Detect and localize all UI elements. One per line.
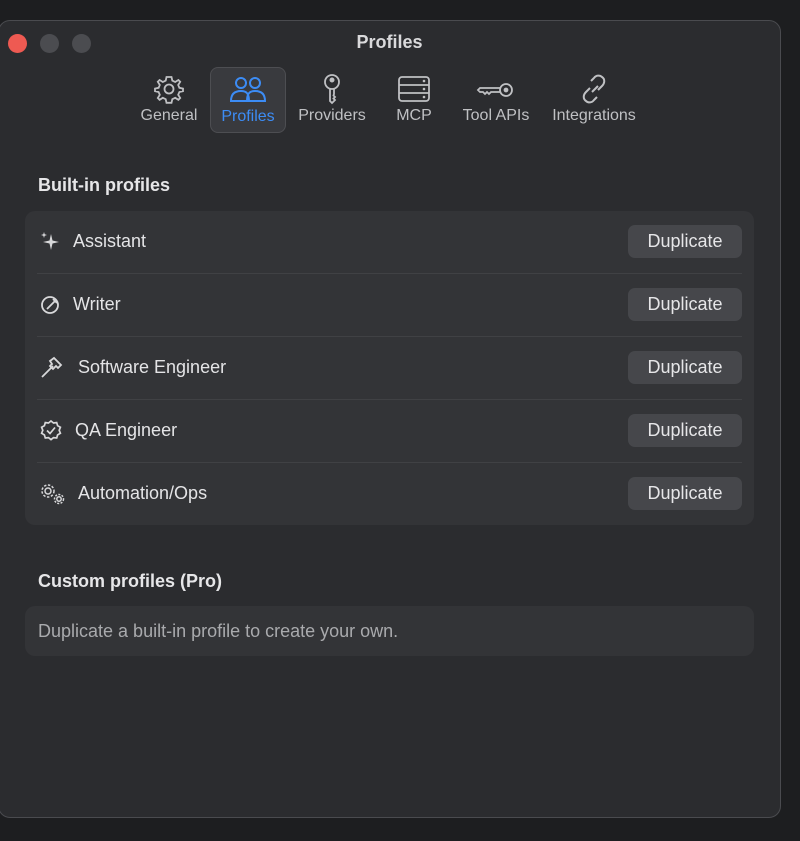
duplicate-writer-button[interactable]: Duplicate — [628, 288, 742, 321]
title-bar[interactable]: Profiles — [0, 21, 780, 61]
duplicate-assistant-button[interactable]: Duplicate — [628, 225, 742, 258]
tab-mcp-label: MCP — [396, 107, 432, 124]
server-icon — [398, 76, 430, 102]
preferences-window: Profiles General Profiles Providers MCP … — [0, 20, 781, 818]
tab-integrations-label: Integrations — [552, 107, 636, 124]
gear-icon — [154, 76, 184, 104]
link-icon — [582, 74, 606, 104]
window-title: Profiles — [356, 32, 423, 52]
hammer-icon — [41, 356, 63, 378]
tab-providers[interactable]: Providers — [294, 67, 370, 133]
compass-pen-icon — [41, 296, 59, 314]
duplicate-software-engineer-button[interactable]: Duplicate — [628, 351, 742, 384]
profile-name: Writer — [73, 294, 121, 314]
tab-integrations[interactable]: Integrations — [547, 67, 641, 133]
profile-name: Software Engineer — [78, 357, 227, 377]
api-key-icon — [476, 83, 513, 97]
desktop: Profiles General Profiles Providers MCP … — [0, 0, 800, 841]
builtin-profiles-heading: Built-in profiles — [38, 175, 170, 195]
tab-tool-apis[interactable]: Tool APIs — [459, 67, 533, 133]
profile-row-software-engineer: Software Engineer Duplicate — [37, 337, 742, 400]
profile-row-assistant: Assistant Duplicate — [37, 211, 742, 274]
duplicate-automation-ops-button[interactable]: Duplicate — [628, 477, 742, 510]
tab-providers-label: Providers — [298, 107, 366, 124]
tab-general[interactable]: General — [138, 67, 200, 133]
sparkle-icon — [41, 232, 59, 250]
gears-icon — [41, 484, 65, 505]
custom-profiles-heading: Custom profiles (Pro) — [38, 571, 223, 591]
people-icon — [229, 77, 267, 102]
tab-mcp[interactable]: MCP — [384, 67, 444, 133]
key-icon — [324, 74, 340, 105]
tab-tool-apis-label: Tool APIs — [462, 107, 530, 124]
custom-profiles-empty-text: Duplicate a built-in profile to create y… — [38, 621, 399, 641]
tab-profiles[interactable]: Profiles — [210, 67, 286, 133]
tab-profiles-label: Profiles — [221, 108, 275, 125]
checkmark-seal-icon — [40, 419, 62, 441]
tab-general-label: General — [140, 107, 198, 124]
profile-name: QA Engineer — [75, 420, 178, 440]
profile-name: Automation/Ops — [78, 483, 208, 503]
profile-name: Assistant — [73, 231, 147, 251]
builtin-profiles-list: Assistant Duplicate Writer Duplicate Sof… — [25, 211, 754, 525]
custom-profiles-empty-state: Duplicate a built-in profile to create y… — [25, 606, 754, 656]
profile-row-qa-engineer: QA Engineer Duplicate — [37, 400, 742, 463]
preferences-toolbar: General Profiles Providers MCP Tool APIs… — [0, 67, 780, 135]
profile-row-writer: Writer Duplicate — [37, 274, 742, 337]
profile-row-automation-ops: Automation/Ops Duplicate — [37, 463, 742, 526]
duplicate-qa-engineer-button[interactable]: Duplicate — [628, 414, 742, 447]
